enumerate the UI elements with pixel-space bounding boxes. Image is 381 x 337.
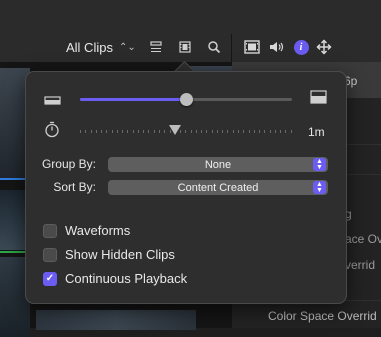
sort-by-value: Content Created [177,181,259,194]
waveforms-checkbox-row[interactable]: Waveforms [43,223,130,238]
show-hidden-clips-label: Show Hidden Clips [65,247,175,262]
group-by-value: None [204,158,232,171]
clip-thumbnail[interactable] [36,310,196,330]
color-space-override-label: Color Space Overrid [268,309,377,323]
waveforms-label: Waveforms [65,223,131,238]
info-inspector-icon[interactable]: i [292,39,310,55]
all-clips-label: All Clips [66,40,113,55]
filmstrip-view-icon[interactable] [176,39,194,55]
inspector-row-text: ace Ove [345,232,381,246]
duration-slider-ticks [80,130,292,133]
group-by-label: Group By: [41,157,96,171]
clip-duration-slider[interactable] [80,125,292,135]
continuous-playback-label: Continuous Playback [65,271,188,286]
clip-appearance-popover: 1m Group By: None ▲ ▼ Sort By: Content Cr… [25,71,347,304]
show-hidden-clips-checkbox[interactable] [43,247,57,262]
clip-height-slider-knob[interactable] [180,93,193,106]
audio-inspector-icon[interactable] [268,39,286,55]
waveforms-checkbox[interactable] [43,223,57,238]
all-clips-menu[interactable]: All Clips ⌃⌄ [66,40,136,55]
small-clip-height-icon [44,93,62,111]
chevron-updown-icon: ⌃⌄ [118,42,136,53]
search-icon[interactable] [205,39,223,55]
clip-height-slider-fill [80,98,186,101]
stopwatch-icon [44,121,60,143]
clip-height-slider[interactable] [80,93,292,106]
sort-by-select[interactable]: Content Created ▲ ▼ [108,180,328,195]
inspector-row-text: verrid [345,258,376,272]
info-glyph: i [293,39,309,55]
video-inspector-icon[interactable] [243,39,261,55]
toolbar-divider [231,34,232,62]
updown-arrow-icon: ▲ ▼ [313,158,326,171]
browser-toolbar: All Clips ⌃⌄ i [0,0,381,63]
show-hidden-clips-checkbox-row[interactable]: Show Hidden Clips [43,247,175,262]
continuous-playback-checkbox[interactable]: ✓ [43,271,57,286]
group-by-select[interactable]: None ▲ ▼ [108,157,328,172]
sort-by-label: Sort By: [53,180,96,194]
duration-value-label: 1m [308,125,325,139]
list-view-icon[interactable] [147,39,165,55]
large-clip-height-icon [310,90,328,110]
transform-inspector-icon[interactable] [315,39,333,55]
updown-arrow-icon: ▲ ▼ [313,181,326,194]
clip-duration-slider-knob[interactable] [169,125,182,135]
continuous-playback-checkbox-row[interactable]: ✓ Continuous Playback [43,271,187,286]
